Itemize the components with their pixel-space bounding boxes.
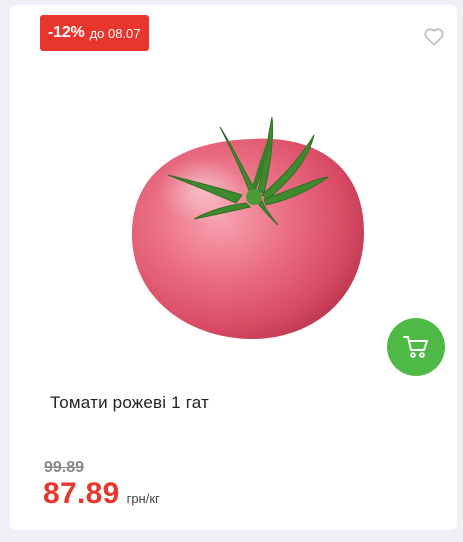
product-name[interactable]: Томати рожеві 1 гат [50,393,209,413]
product-image[interactable] [102,77,402,357]
add-to-cart-button[interactable] [387,318,445,376]
current-price: 87.89 [43,477,120,510]
favorite-button[interactable] [414,17,454,57]
heart-outline-icon [424,28,444,46]
discount-badge: -12% до 08.07 [40,15,149,51]
product-card[interactable]: -12% до 08.07 Томати рожеві 1 гат 99.89 … [10,5,457,530]
old-price: 99.89 [44,459,85,476]
cart-icon [403,336,428,358]
price-unit: грн/кг [126,491,160,506]
discount-valid-until: до 08.07 [89,25,141,41]
price-row: 87.89 грн/кг [43,477,160,511]
discount-percent: -12% [48,24,85,41]
tomato-image [132,116,364,339]
